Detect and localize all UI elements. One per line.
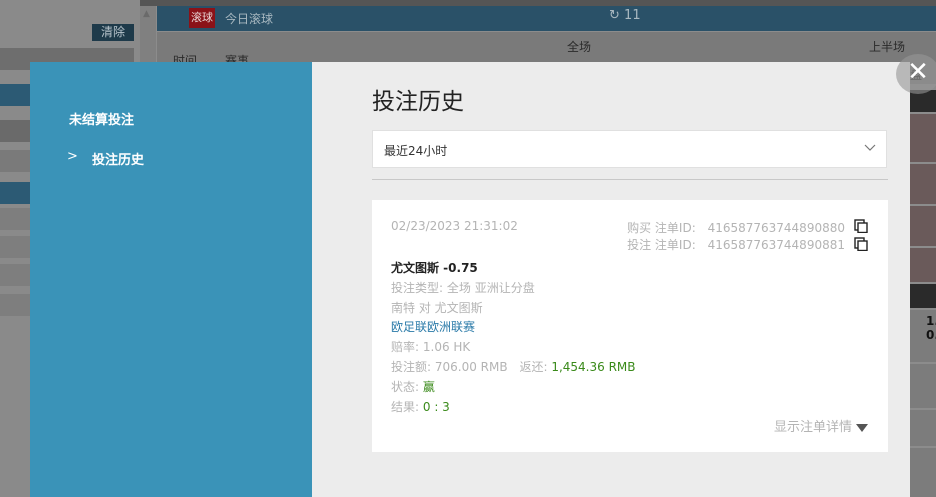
- league-link[interactable]: 欧足联欧洲联赛: [391, 318, 475, 335]
- status-label: 状态:: [391, 380, 420, 394]
- bet-history-modal: 未结算投注 > 投注历史 投注历史 最近24小时 02/23/2023 21:3…: [30, 54, 936, 497]
- table-cell: [910, 284, 936, 308]
- bet-type-value: 全场 亚洲让分盘: [446, 281, 535, 295]
- clear-button[interactable]: 清除: [92, 24, 134, 41]
- sidebar-item-label: 投注历史: [92, 153, 145, 168]
- table-header: 时间 赛事 全场 上半场: [157, 32, 936, 68]
- status-row: 状态: 赢: [391, 378, 435, 395]
- buy-id-value: 416587763744890880: [707, 221, 845, 235]
- table-cell: [910, 364, 936, 408]
- show-details-button[interactable]: 显示注单详情: [774, 416, 868, 435]
- live-header: 滚球 今日滚球 ↻ 11: [157, 6, 936, 31]
- live-badge: 滚球: [189, 8, 215, 28]
- odds-label: 赔率:: [391, 340, 420, 354]
- bet-card: 02/23/2023 21:31:02 购买 注单ID: 41658776374…: [372, 200, 888, 452]
- modal-sidebar: 未结算投注 > 投注历史: [30, 62, 312, 497]
- bet-id-value: 416587763744890881: [707, 238, 845, 252]
- result-value: 0 : 3: [422, 400, 450, 414]
- caret-down-icon: [856, 423, 868, 432]
- live-title[interactable]: 今日滚球: [225, 10, 273, 27]
- time-range-value: 最近24小时: [384, 144, 448, 158]
- match-name: 南特 对 尤文图斯: [391, 301, 483, 315]
- copy-icon[interactable]: [854, 237, 868, 251]
- bet-id-label: 投注 注单ID:: [627, 238, 696, 252]
- table-cell: [910, 410, 936, 446]
- bet-id-row: 投注 注单ID: 416587763744890881: [627, 236, 845, 253]
- result-label: 结果:: [391, 400, 420, 414]
- table-cell: [910, 206, 936, 246]
- refresh-icon: ↻: [609, 8, 620, 23]
- table-cell: [910, 248, 936, 282]
- bet-type-row: 投注类型: 全场 亚洲让分盘: [391, 279, 535, 296]
- chevron-right-icon: >: [67, 149, 78, 164]
- result-row: 结果: 0 : 3: [391, 398, 450, 415]
- table-cell: 1. 0.: [910, 310, 936, 362]
- table-cell: [910, 448, 936, 497]
- column-full-time: 全场: [567, 40, 592, 54]
- stake-row: 投注额: 706.00 RMB 返还: 1,454.36 RMB: [391, 358, 636, 375]
- sidebar-item-label: 未结算投注: [69, 113, 135, 128]
- sidebar-item-history[interactable]: > 投注历史: [67, 149, 145, 168]
- chevron-down-icon: [864, 144, 876, 151]
- divider: [372, 179, 888, 180]
- bet-type-label: 投注类型:: [391, 281, 444, 295]
- buy-id-row: 购买 注单ID: 416587763744890880: [627, 219, 845, 236]
- return-label: 返还:: [519, 360, 548, 374]
- buy-id-label: 购买 注单ID:: [627, 221, 696, 235]
- page-title: 投注历史: [372, 89, 464, 115]
- close-button[interactable]: ✕: [896, 54, 936, 94]
- table-cell: [910, 114, 936, 162]
- refresh-button[interactable]: ↻ 11: [609, 8, 641, 23]
- sidebar-item-unsettled[interactable]: 未结算投注: [69, 109, 134, 128]
- refresh-count: 11: [624, 8, 641, 23]
- status-value: 赢: [422, 380, 435, 394]
- stake-label: 投注额:: [391, 360, 432, 374]
- bet-selection: 尤文图斯 -0.75: [391, 261, 478, 275]
- show-details-label: 显示注单详情: [773, 420, 852, 435]
- scroll-up-arrow-icon[interactable]: ▲: [143, 9, 150, 19]
- table-cell: [910, 164, 936, 204]
- odds-fragment: 1.: [926, 314, 936, 328]
- close-icon: ✕: [907, 57, 929, 87]
- copy-icon[interactable]: [854, 219, 868, 233]
- bet-timestamp: 02/23/2023 21:31:02: [391, 219, 518, 233]
- column-first-half: 上半场: [869, 40, 906, 54]
- odds-value: 1.06 HK: [422, 340, 471, 354]
- odds-row: 赔率: 1.06 HK: [391, 338, 470, 355]
- time-range-select[interactable]: 最近24小时: [372, 130, 887, 168]
- modal-content: 投注历史 最近24小时 02/23/2023 21:31:02 购买 注单ID:…: [342, 62, 910, 497]
- return-value: 1,454.36 RMB: [551, 360, 636, 374]
- odds-fragment: 0.: [926, 328, 936, 342]
- stake-value: 706.00 RMB: [434, 360, 508, 374]
